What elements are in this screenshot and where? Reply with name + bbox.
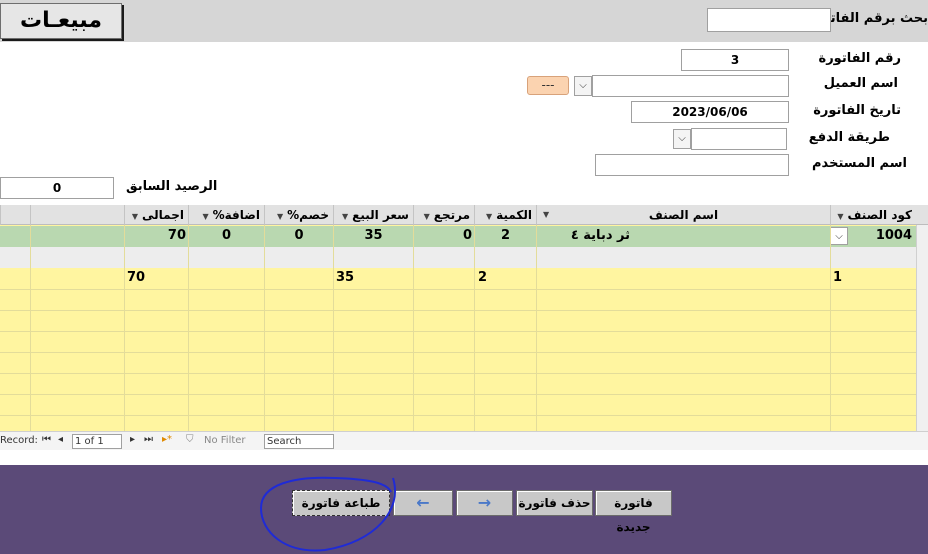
sort-caret-icon: ▼ <box>276 212 284 221</box>
record-label: Record: <box>0 435 38 446</box>
page-title: مبيعـات <box>0 3 122 39</box>
grid-line <box>413 225 414 431</box>
items-datasheet: كود الصنف▼ اسم الصنف ▼ الكمية▼ مرتجع▼ سعر… <box>0 205 928 431</box>
new-record-row[interactable]: * <box>0 247 928 268</box>
column-discount[interactable]: خصم%▼ <box>264 205 333 225</box>
invoice-number-label: رقم الفاتورة <box>818 51 901 66</box>
customer-lookup-button[interactable]: --- <box>527 76 569 95</box>
user-name-label: اسم المستخدم <box>812 156 907 171</box>
sort-caret-icon: ▼ <box>202 212 209 221</box>
sort-caret-icon: ▼ <box>543 210 550 219</box>
customer-label: اسم العميل <box>823 76 898 91</box>
grid-line <box>536 225 537 431</box>
grid-line <box>0 310 916 311</box>
column-addition[interactable]: اضافة%▼ <box>188 205 264 225</box>
invoice-date-label: تاريخ الفاتورة <box>813 103 901 118</box>
previous-balance-field[interactable]: 0 <box>0 177 114 199</box>
sort-caret-icon: ▼ <box>342 212 349 221</box>
invoice-number-field[interactable]: 3 <box>681 49 789 71</box>
cell-quantity[interactable]: 2 <box>474 226 536 247</box>
total-item-code: 1 <box>830 268 916 289</box>
total-quantity: 2 <box>474 268 536 289</box>
grid-line <box>188 225 189 431</box>
next-arrow-button[interactable]: → <box>456 490 513 516</box>
last-record-icon[interactable]: ⏭ <box>144 434 153 445</box>
cell-discount[interactable]: 0 <box>264 226 333 247</box>
invoice-date-field[interactable]: 2023/06/06 <box>631 101 789 123</box>
sort-caret-icon: ▼ <box>486 212 493 221</box>
payment-dropdown-icon[interactable]: ⌵ <box>673 129 691 149</box>
footer-bar: فاتورة جديدة حذف فاتورة → ← طباعة فاتورة <box>0 465 928 554</box>
new-invoice-button[interactable]: فاتورة جديدة <box>595 490 672 534</box>
first-record-icon[interactable]: ⏮ <box>42 434 51 445</box>
table-row[interactable]: 1004 ⌵ ثر دباية ٤ جركن 2 0 35 0 0 70 <box>0 226 916 263</box>
cell-sale-price[interactable]: 35 <box>333 226 413 247</box>
column-returned[interactable]: مرتجع▼ <box>413 205 474 225</box>
customer-combo[interactable] <box>592 75 789 97</box>
cell-addition[interactable]: 0 <box>188 226 264 247</box>
column-empty <box>0 205 30 225</box>
annotation-circle <box>259 476 396 552</box>
item-code-dropdown-icon[interactable]: ⌵ <box>830 227 848 245</box>
search-invoice-input[interactable] <box>707 8 831 32</box>
column-quantity[interactable]: الكمية▼ <box>474 205 536 225</box>
customer-dropdown-icon[interactable]: ⌵ <box>574 76 592 96</box>
filter-icon[interactable]: ⛉ <box>186 434 194 445</box>
grid-line <box>830 225 831 431</box>
total-amount: 70 <box>124 268 188 289</box>
record-navigator: Record: ⏮ ◂ 1 of 1 ▸ ⏭ ▸* ⛉ No Filter Se… <box>0 431 928 450</box>
column-item-code[interactable]: كود الصنف▼ <box>830 205 916 225</box>
grid-line <box>474 225 475 431</box>
column-empty <box>30 205 124 225</box>
cell-item-name[interactable]: ثر دباية ٤ جركن <box>536 226 830 263</box>
vertical-scrollbar[interactable] <box>916 225 928 431</box>
next-record-icon[interactable]: ▸ <box>130 434 135 445</box>
cell-total[interactable]: 70 <box>124 226 188 247</box>
sort-caret-icon: ▼ <box>837 212 844 221</box>
column-sale-price[interactable]: سعر البيع▼ <box>333 205 413 225</box>
payment-method-combo[interactable] <box>691 128 787 150</box>
grid-line <box>0 352 916 353</box>
datasheet-header: كود الصنف▼ اسم الصنف ▼ الكمية▼ مرتجع▼ سعر… <box>0 205 928 225</box>
grid-line <box>0 331 916 332</box>
search-field[interactable]: Search <box>264 434 334 449</box>
grid-line <box>0 373 916 374</box>
new-record-icon[interactable]: ▸* <box>162 434 172 445</box>
no-filter-label[interactable]: No Filter <box>204 435 246 446</box>
previous-record-icon[interactable]: ◂ <box>58 434 63 445</box>
totals-row: 1 2 35 70 <box>0 268 916 289</box>
sort-caret-icon: ▼ <box>423 212 430 221</box>
payment-method-label: طريقة الدفع <box>808 130 890 145</box>
grid-line <box>0 289 916 290</box>
user-name-field[interactable] <box>595 154 789 176</box>
record-position-field[interactable]: 1 of 1 <box>72 434 122 449</box>
delete-invoice-button[interactable]: حذف فاتورة <box>516 490 593 516</box>
grid-line <box>0 415 916 416</box>
previous-balance-label: الرصيد السابق <box>126 179 218 194</box>
total-sale-price: 35 <box>333 268 413 289</box>
grid-line <box>264 225 265 431</box>
grid-line <box>0 394 916 395</box>
column-total[interactable]: اجمالى▼ <box>124 205 188 225</box>
column-item-name[interactable]: اسم الصنف ▼ <box>536 205 830 225</box>
cell-returned[interactable]: 0 <box>413 226 474 247</box>
grid-line <box>124 225 125 431</box>
grid-line <box>333 225 334 431</box>
grid-line <box>30 225 31 431</box>
sort-caret-icon: ▼ <box>131 212 139 221</box>
